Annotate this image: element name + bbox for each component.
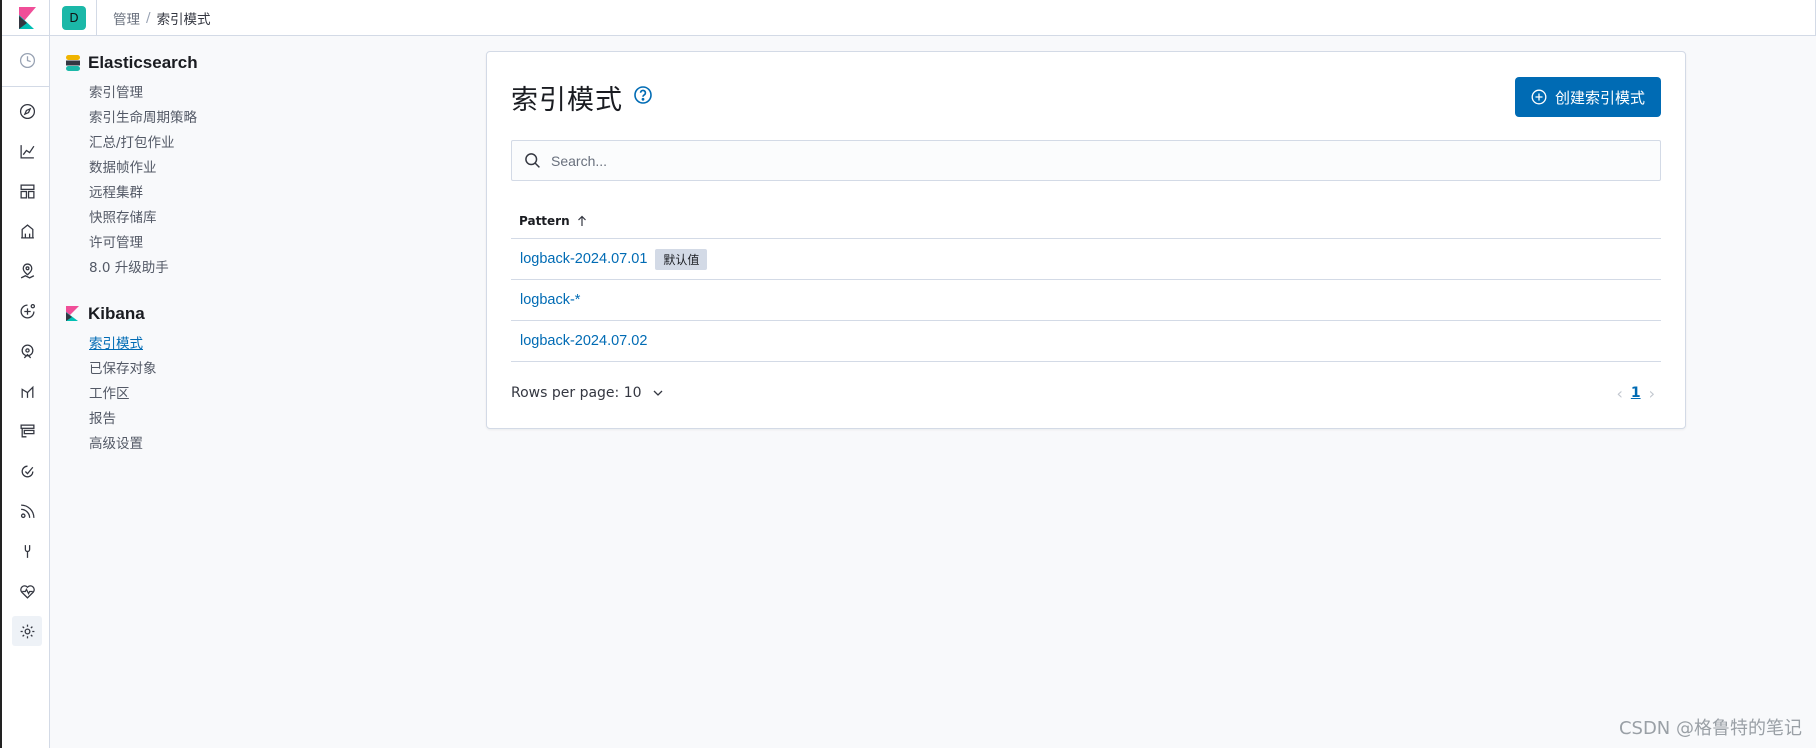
table-row: logback-* [511, 280, 1661, 321]
compass-icon[interactable] [16, 100, 38, 122]
clock-icon[interactable] [16, 49, 38, 71]
table-row: logback-2024.07.02 [511, 321, 1661, 362]
management-sidenav: Elasticsearch 索引管理 索引生命周期策略 汇总/打包作业 数据帧作… [66, 52, 366, 457]
table-footer: Rows per page: 10 ‹ 1 › [511, 382, 1661, 404]
watermark: CSDN @格鲁特的笔记 [1618, 718, 1802, 739]
nav-item-advanced-settings[interactable]: 高级设置 [89, 432, 366, 457]
nav-item-remote-clusters[interactable]: 远程集群 [89, 181, 366, 206]
pattern-link[interactable]: logback-2024.07.02 [520, 333, 647, 349]
nav-item-index-patterns[interactable]: 索引模式 [89, 332, 366, 357]
uptime-icon[interactable] [16, 420, 38, 442]
elasticsearch-logo-icon [66, 55, 80, 71]
index-patterns-table: Pattern logback-2024.07.01 默认值 logback-*… [511, 204, 1661, 362]
next-page-icon[interactable]: › [1649, 384, 1655, 403]
nav-item-upgrade-assistant[interactable]: 8.0 升级助手 [89, 256, 366, 281]
pagination: ‹ 1 › [1616, 384, 1655, 403]
devtools-icon[interactable] [16, 540, 38, 562]
elasticsearch-section-title: Elasticsearch [66, 52, 366, 74]
sort-ascending-icon [577, 215, 586, 226]
nav-item-saved-objects[interactable]: 已保存对象 [89, 357, 366, 382]
rows-per-page-selector[interactable]: Rows per page: 10 [511, 385, 664, 401]
infra-icon[interactable] [16, 460, 38, 482]
nav-item-spaces[interactable]: 工作区 [89, 382, 366, 407]
header-divider [96, 0, 97, 36]
nav-item-reporting[interactable]: 报告 [89, 407, 366, 432]
space-avatar[interactable]: D [62, 5, 86, 30]
ml-icon[interactable] [16, 300, 38, 322]
dashboard-icon[interactable] [16, 180, 38, 202]
search-icon [525, 153, 540, 168]
visualize-icon[interactable] [16, 140, 38, 162]
prev-page-icon[interactable]: ‹ [1616, 384, 1622, 403]
kibana-small-logo-icon [66, 306, 80, 322]
elasticsearch-nav-list: 索引管理 索引生命周期策略 汇总/打包作业 数据帧作业 远程集群 快照存储库 许… [66, 81, 366, 281]
breadcrumb-index-patterns: 索引模式 [156, 11, 211, 28]
create-button-label: 创建索引模式 [1554, 89, 1645, 107]
breadcrumb-separator: / [146, 9, 151, 26]
page-number[interactable]: 1 [1631, 385, 1641, 401]
rail-divider [2, 86, 50, 87]
search-input[interactable] [551, 152, 1551, 169]
nav-item-index-lifecycle[interactable]: 索引生命周期策略 [89, 106, 366, 131]
plus-circle-icon [1531, 89, 1547, 105]
kibana-title: Kibana [88, 304, 145, 323]
pattern-link[interactable]: logback-* [520, 292, 580, 308]
kibana-section-title: Kibana [66, 303, 366, 325]
help-icon[interactable] [633, 85, 653, 105]
monitoring-icon[interactable] [16, 580, 38, 602]
nav-item-transform-jobs[interactable]: 数据帧作业 [89, 156, 366, 181]
nav-item-snapshot-repos[interactable]: 快照存储库 [89, 206, 366, 231]
breadcrumb: 管理 / 索引模式 [113, 8, 211, 28]
pattern-link[interactable]: logback-2024.07.01 [520, 251, 647, 267]
index-patterns-panel: 索引模式 创建索引模式 Pattern logback-2024.07.01 默… [486, 51, 1686, 429]
logs-icon[interactable] [16, 500, 38, 522]
create-index-pattern-button[interactable]: 创建索引模式 [1515, 77, 1661, 117]
search-box[interactable] [511, 140, 1661, 181]
canvas-icon[interactable] [16, 220, 38, 242]
page-title: 索引模式 [511, 85, 623, 116]
management-icon[interactable] [12, 616, 42, 646]
nav-item-license[interactable]: 许可管理 [89, 231, 366, 256]
apm-icon[interactable] [16, 380, 38, 402]
top-header: D 管理 / 索引模式 [50, 0, 1816, 36]
elasticsearch-title: Elasticsearch [88, 53, 198, 72]
chevron-down-icon [653, 390, 662, 396]
kibana-nav-list: 索引模式 已保存对象 工作区 报告 高级设置 [66, 332, 366, 457]
nav-item-index-management[interactable]: 索引管理 [89, 81, 366, 106]
nav-item-rollup-jobs[interactable]: 汇总/打包作业 [89, 131, 366, 156]
left-nav-rail [0, 0, 50, 748]
default-badge: 默认值 [655, 248, 708, 270]
kibana-logo-icon[interactable] [2, 0, 50, 36]
pattern-column-label: Pattern [519, 214, 570, 228]
breadcrumb-management[interactable]: 管理 [113, 8, 140, 28]
rows-per-page-label: Rows per page: 10 [511, 385, 642, 401]
siem-icon[interactable] [16, 340, 38, 362]
pattern-column-header[interactable]: Pattern [511, 204, 1661, 239]
maps-icon[interactable] [16, 260, 38, 282]
table-row: logback-2024.07.01 默认值 [511, 239, 1661, 280]
